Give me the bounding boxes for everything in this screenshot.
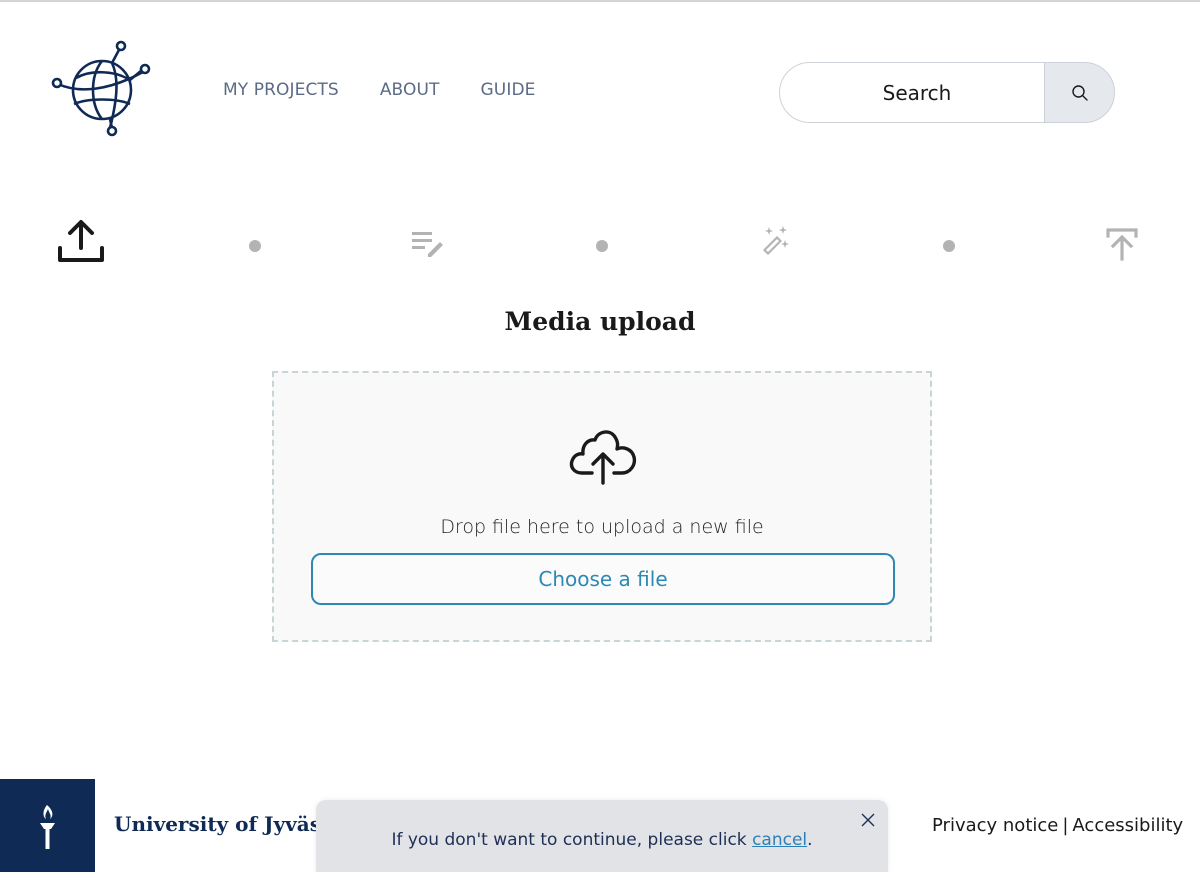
nav-guide[interactable]: GUIDE [481,80,536,100]
upload-icon[interactable] [57,218,105,264]
cloud-upload-icon [569,430,637,485]
step-connector-dot [249,240,261,252]
upload-stepper [0,216,1200,272]
footer-links: Privacy notice | Accessibility [932,815,1183,836]
toast-message-suffix: . [807,830,813,850]
nav-about[interactable]: ABOUT [380,80,440,100]
search-icon [1071,84,1088,101]
search-bar [779,62,1115,123]
edit-text-icon[interactable] [410,230,446,260]
footer-separator: | [1062,815,1069,836]
university-name: University of Jyväsk [114,812,335,836]
search-input[interactable] [779,62,1044,123]
search-button[interactable] [1044,62,1115,123]
nav-my-projects[interactable]: MY PROJECTS [223,80,339,100]
globe-network-icon[interactable] [50,40,152,138]
step-connector-dot [596,240,608,252]
step-connector-dot [943,240,955,252]
magic-wand-icon[interactable] [758,224,794,260]
privacy-notice-link[interactable]: Privacy notice [932,815,1058,836]
cancel-toast: If you don't want to continue, please cl… [316,800,888,872]
toast-message: If you don't want to continue, please cl… [316,830,888,850]
file-dropzone[interactable]: Drop file here to upload a new file Choo… [272,371,932,642]
torch-icon [40,805,55,849]
choose-file-button[interactable]: Choose a file [311,553,895,605]
dropzone-text: Drop file here to upload a new file [440,516,764,538]
cancel-link[interactable]: cancel [752,830,807,850]
close-icon[interactable] [860,812,876,828]
accessibility-link[interactable]: Accessibility [1072,815,1183,836]
university-logo[interactable] [0,779,95,872]
toast-message-text: If you don't want to continue, please cl… [391,830,753,850]
page-title: Media upload [504,307,696,336]
publish-icon[interactable] [1104,226,1140,262]
main-nav: MY PROJECTS ABOUT GUIDE [223,80,535,100]
